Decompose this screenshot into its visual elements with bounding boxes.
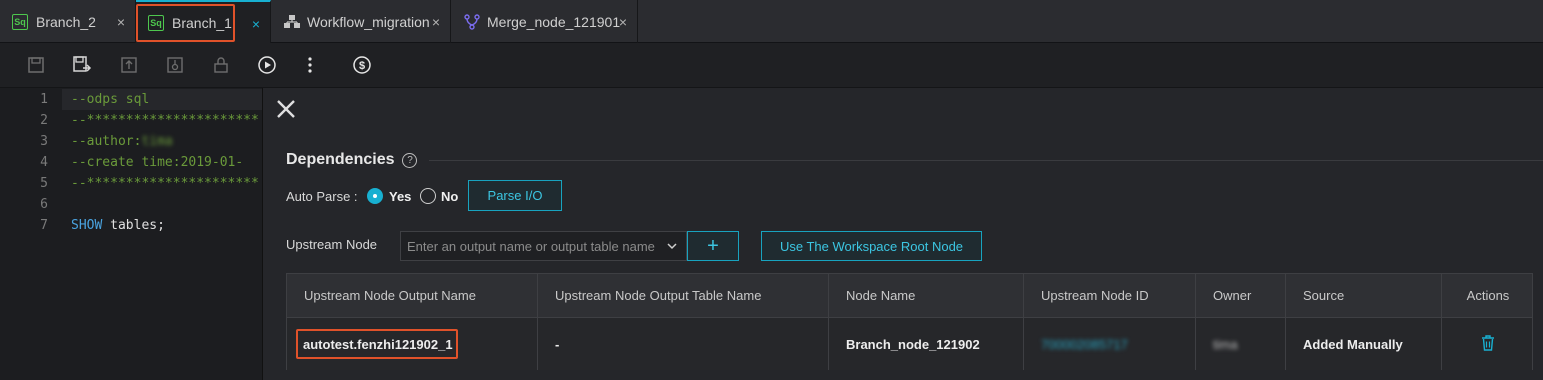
- node-name-cell: Branch_node_121902: [829, 318, 1024, 370]
- line-number: 2: [40, 113, 48, 128]
- tab-branch-2[interactable]: Sq Branch_2 ×: [0, 0, 136, 43]
- actions-cell: [1442, 318, 1534, 370]
- column-header: Upstream Node ID: [1024, 274, 1196, 317]
- close-icon[interactable]: ×: [432, 14, 440, 30]
- output-table-cell: -: [538, 318, 829, 370]
- table-row: autotest.fenzhi121902_1 - Branch_node_12…: [287, 318, 1532, 370]
- column-header: Node Name: [829, 274, 1024, 317]
- output-name-cell: autotest.fenzhi121902_1: [287, 318, 538, 370]
- toolbar: $: [0, 43, 1543, 88]
- lock-icon[interactable]: [209, 53, 233, 77]
- tab-label: Branch_1: [172, 14, 232, 31]
- dependencies-title: Dependencies ?: [286, 151, 418, 169]
- table-header: Upstream Node Output Name Upstream Node …: [287, 274, 1532, 318]
- code-text: --**********************: [71, 113, 259, 128]
- author-name-redacted: tima: [141, 134, 173, 149]
- code-text: --author:: [71, 134, 142, 149]
- node-id-redacted[interactable]: 700002085717: [1041, 337, 1128, 352]
- code-line: 1 --odps sql: [0, 89, 262, 110]
- code-line: 5 --**********************: [0, 173, 262, 194]
- code-line: 3 --author:tima: [0, 131, 262, 152]
- svg-text:$: $: [359, 60, 365, 72]
- column-header: Upstream Node Output Table Name: [538, 274, 829, 317]
- code-text: tables;: [102, 218, 165, 233]
- close-icon[interactable]: ×: [117, 14, 125, 30]
- output-name-value: autotest.fenzhi121902_1: [303, 336, 453, 352]
- column-header: Actions: [1466, 288, 1510, 303]
- section-title-text: Dependencies: [286, 151, 395, 168]
- column-header: Upstream Node Output Name: [287, 274, 538, 317]
- steal-lock-icon[interactable]: [163, 53, 187, 77]
- source-cell: Added Manually: [1286, 318, 1442, 370]
- tab-bar: Sq Branch_2 × Sq Branch_1 × Workflow_mig…: [0, 0, 1543, 43]
- sql-file-icon: Sq: [148, 14, 164, 31]
- column-header: Source: [1286, 274, 1442, 317]
- tab-label: Workflow_migration: [307, 13, 430, 30]
- code-line: 4 --create time:2019-01-: [0, 152, 262, 173]
- section-divider: [429, 160, 1543, 161]
- code-line: 2 --**********************: [0, 110, 262, 131]
- parse-io-button[interactable]: Parse I/O: [468, 180, 562, 211]
- tab-label: Merge_node_121901: [487, 13, 621, 30]
- code-keyword: SHOW: [71, 218, 103, 233]
- code-text: --odps sql: [71, 92, 150, 107]
- upstream-node-label: Upstream Node: [286, 237, 378, 252]
- auto-parse-label: Auto Parse :: [286, 189, 358, 204]
- line-number: 3: [40, 134, 48, 149]
- workflow-icon: [283, 13, 301, 31]
- close-icon[interactable]: ×: [619, 14, 627, 30]
- owner-redacted: tima: [1213, 336, 1238, 352]
- save-as-icon[interactable]: [70, 53, 94, 77]
- upstream-node-placeholder: Enter an output name or output table nam…: [407, 238, 655, 254]
- merge-icon: [463, 13, 481, 31]
- tab-branch-1[interactable]: Sq Branch_1 ×: [136, 0, 271, 43]
- line-number: 4: [40, 155, 48, 170]
- add-upstream-button[interactable]: +: [687, 231, 739, 261]
- upstream-nodes-table: Upstream Node Output Name Upstream Node …: [286, 273, 1533, 370]
- submit-icon[interactable]: [117, 53, 141, 77]
- tab-label: Branch_2: [36, 13, 96, 30]
- code-text: --**********************: [71, 176, 259, 191]
- tab-workflow-migration[interactable]: Workflow_migration ×: [271, 0, 451, 43]
- auto-parse-no-radio[interactable]: [420, 188, 436, 204]
- tab-merge-node[interactable]: Merge_node_121901 ×: [451, 0, 638, 43]
- more-icon[interactable]: [298, 53, 322, 77]
- chevron-down-icon: [666, 240, 678, 252]
- help-icon[interactable]: ?: [402, 152, 418, 168]
- auto-parse-yes-label[interactable]: Yes: [389, 189, 411, 204]
- auto-parse-yes-radio[interactable]: [367, 188, 383, 204]
- close-icon[interactable]: ×: [252, 16, 260, 32]
- cost-estimate-icon[interactable]: $: [350, 53, 374, 77]
- code-editor[interactable]: 1 --odps sql 2 --********************** …: [0, 88, 262, 380]
- sql-file-icon: Sq: [12, 13, 28, 30]
- code-line: 7 SHOW tables;: [0, 215, 262, 236]
- line-number: 6: [40, 197, 48, 212]
- line-number: 1: [40, 92, 48, 107]
- use-root-node-button[interactable]: Use The Workspace Root Node: [761, 231, 982, 261]
- column-header: Owner: [1196, 274, 1286, 317]
- auto-parse-no-label[interactable]: No: [441, 189, 458, 204]
- close-panel-icon[interactable]: [275, 98, 297, 120]
- owner-cell: tima: [1196, 318, 1286, 370]
- code-text: --create time:2019-01-: [71, 155, 244, 170]
- delete-icon[interactable]: [1481, 334, 1495, 354]
- save-icon[interactable]: [24, 53, 48, 77]
- run-icon[interactable]: [255, 53, 279, 77]
- code-line: 6: [0, 194, 262, 215]
- node-id-cell[interactable]: 700002085717: [1024, 318, 1196, 370]
- line-number: 7: [40, 218, 48, 233]
- properties-panel: Dependencies ? Auto Parse : Yes No Parse…: [262, 88, 1543, 380]
- line-number: 5: [40, 176, 48, 191]
- upstream-node-select[interactable]: Enter an output name or output table nam…: [400, 231, 687, 261]
